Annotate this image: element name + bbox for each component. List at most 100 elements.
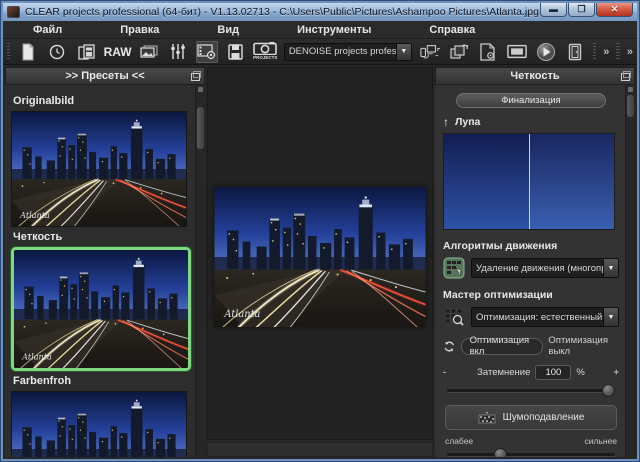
- preset-thumbnail-sharpness-selected[interactable]: Atlanta: [11, 247, 191, 371]
- raw-button[interactable]: RAW: [103, 41, 132, 63]
- camera-icon: [253, 42, 278, 56]
- device-transfer-button[interactable]: [419, 41, 441, 63]
- optimization-on-button[interactable]: Оптимизация вкл: [460, 335, 544, 357]
- history-button[interactable]: [46, 41, 68, 63]
- loupe-label: Лупа: [455, 116, 481, 128]
- refresh-icon[interactable]: [443, 339, 456, 354]
- dim-unit: %: [576, 367, 585, 378]
- sharpness-panel-header[interactable]: Четкость: [435, 67, 635, 85]
- play-button[interactable]: [535, 41, 557, 63]
- main-content: >> Пресеты << Originalbild Atlanta Четко…: [3, 65, 637, 459]
- dropdown-arrow-icon: ▼: [603, 259, 618, 277]
- stronger-label: сильнее: [584, 436, 617, 446]
- preset-thumbnail-colorful[interactable]: Atlanta: [11, 391, 187, 457]
- maximize-button[interactable]: ❐: [568, 3, 595, 17]
- loupe-arrow-icon[interactable]: ↑: [443, 116, 449, 128]
- center-area: Atlanta: [207, 67, 433, 457]
- cityscape-main: Atlanta: [214, 187, 426, 327]
- image-stack-icon: [140, 45, 158, 58]
- sliders-icon: [170, 44, 185, 59]
- save-icon: [228, 43, 243, 60]
- svg-text:Atlanta: Atlanta: [21, 352, 52, 362]
- motion-algorithm-icon[interactable]: [443, 257, 465, 279]
- dim-slider-track[interactable]: [447, 389, 615, 392]
- raw-label: RAW: [103, 44, 132, 59]
- menu-help[interactable]: Справка: [429, 24, 475, 36]
- optimizer-icon[interactable]: [443, 306, 465, 328]
- optimizer-dropdown[interactable]: Оптимизация: естественный ▼: [471, 307, 619, 327]
- cityscape-thumbnail: Atlanta: [12, 392, 186, 457]
- motion-algorithm-dropdown[interactable]: Удаление движения (многопроход ▼: [471, 258, 619, 278]
- menu-file[interactable]: Файл: [33, 24, 62, 36]
- svg-text:Atlanta: Atlanta: [19, 211, 50, 220]
- detach-panel-icon[interactable]: [191, 71, 201, 81]
- list-item: Четкость Atlanta: [11, 231, 191, 371]
- dim-minus-button[interactable]: -: [443, 367, 453, 378]
- motion-dropdown-value: Удаление движения (многопроход: [476, 262, 603, 274]
- preset-thumbnail-original[interactable]: Atlanta: [11, 111, 187, 227]
- main-image[interactable]: Atlanta: [214, 187, 426, 327]
- scrollbar-thumb[interactable]: [197, 107, 204, 149]
- scrollbar-up-button[interactable]: [628, 87, 633, 92]
- dim-slider[interactable]: [447, 384, 615, 397]
- denoise-project-dropdown[interactable]: DENOISE projects professional ▼: [283, 42, 412, 61]
- play-icon: [536, 42, 555, 61]
- list-item: Originalbild Atlanta: [11, 95, 191, 227]
- scrollbar-thumb[interactable]: [627, 95, 634, 117]
- app-window: CLEAR projects professional (64-бит) - V…: [0, 0, 640, 462]
- dim-value-input[interactable]: [535, 365, 572, 380]
- svg-text:Atlanta: Atlanta: [223, 309, 260, 320]
- exit-button[interactable]: [564, 41, 586, 63]
- denoise-slider-knob[interactable]: [494, 448, 508, 457]
- denoise-slider-track[interactable]: [447, 453, 615, 456]
- menu-edit[interactable]: Правка: [120, 24, 159, 36]
- export-copy-icon: [450, 44, 469, 59]
- toolbar-overflow-chevron[interactable]: »: [603, 46, 609, 58]
- toolbar-grip-3[interactable]: [616, 42, 620, 61]
- sharpness-scrollbar[interactable]: [625, 85, 635, 457]
- scrollbar-up-button[interactable]: [198, 87, 203, 92]
- loupe-preview[interactable]: [443, 133, 615, 230]
- minimize-button[interactable]: ▬: [540, 3, 567, 17]
- presets-panel-title: >> Пресеты <<: [65, 70, 145, 82]
- toolbar-grip-2[interactable]: [592, 42, 597, 61]
- cityscape-thumbnail: Atlanta: [12, 112, 186, 226]
- save-button[interactable]: [225, 41, 247, 63]
- dim-slider-knob[interactable]: [602, 384, 615, 397]
- denoise-button[interactable]: Шумоподавление: [445, 405, 617, 430]
- sharpness-panel: Четкость Финализация ↑ Лупа Алгоритмы дв…: [435, 67, 635, 457]
- browse-images-button[interactable]: [138, 41, 160, 63]
- batch-button[interactable]: [477, 41, 499, 63]
- menu-tools[interactable]: Инструменты: [297, 24, 371, 36]
- presets-panel-header[interactable]: >> Пресеты <<: [5, 67, 205, 85]
- projects-camera-button[interactable]: PROJECTS: [253, 41, 278, 63]
- image-canvas[interactable]: Atlanta: [207, 67, 433, 440]
- optimizer-dropdown-value: Оптимизация: естественный: [476, 311, 603, 323]
- exit-door-icon: [568, 43, 582, 60]
- toolbar-overflow-chevron-2[interactable]: »: [627, 46, 633, 58]
- finalize-button[interactable]: Финализация: [456, 93, 606, 108]
- export-button[interactable]: [448, 41, 470, 63]
- new-file-button[interactable]: [17, 41, 39, 63]
- screen-icon: [506, 44, 527, 59]
- denoise-strength-slider[interactable]: [447, 448, 615, 457]
- toolbar-grip[interactable]: [7, 42, 11, 61]
- adjustments-button[interactable]: [167, 41, 189, 63]
- dropdown-arrow-icon: ▼: [395, 43, 411, 60]
- close-button[interactable]: ✕: [596, 3, 633, 17]
- presets-panel: >> Пресеты << Originalbild Atlanta Четко…: [5, 67, 205, 457]
- detach-panel-icon-2[interactable]: [621, 71, 631, 81]
- optimization-off-button[interactable]: Оптимизация выкл: [548, 335, 619, 357]
- close-icon: ✕: [610, 3, 619, 14]
- menu-view[interactable]: Вид: [217, 24, 239, 36]
- toolbar: RAW PROJECTS DENOISE projects profession…: [3, 39, 637, 65]
- dim-plus-button[interactable]: +: [609, 367, 619, 378]
- postprocessing-button[interactable]: [195, 40, 218, 63]
- weaker-label: слабее: [445, 436, 474, 446]
- cityscape-thumbnail: Atlanta: [14, 250, 188, 368]
- sharpness-panel-title: Четкость: [510, 70, 560, 82]
- page-icon: [22, 43, 34, 60]
- fullscreen-button[interactable]: [506, 41, 528, 63]
- import-button[interactable]: [75, 41, 97, 63]
- presets-scrollbar[interactable]: [195, 85, 205, 457]
